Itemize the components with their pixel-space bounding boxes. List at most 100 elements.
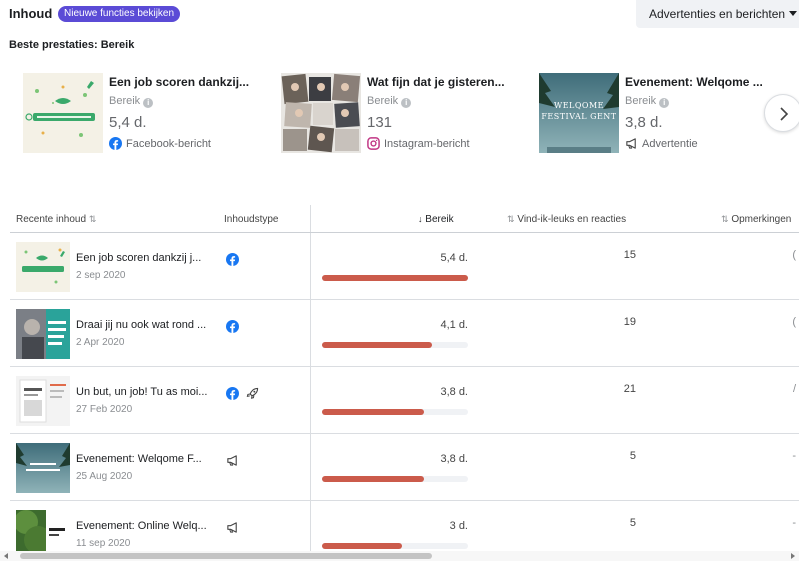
top-post-card-1[interactable]: Een job scoren dankzij... Bereik i 5,4 d.… — [23, 73, 273, 153]
new-features-badge[interactable]: Nieuwe functies bekijken — [58, 6, 181, 22]
instagram-icon — [367, 137, 380, 153]
row-likes: 5 — [629, 517, 636, 529]
row-reach: 5,4 d. — [440, 252, 468, 264]
row-comments: - — [792, 517, 796, 529]
scroll-right-icon[interactable] — [791, 553, 795, 559]
megaphone-icon — [226, 454, 239, 472]
row-type — [226, 320, 242, 334]
column-header-content[interactable]: Recente inhoud ⇅ — [16, 214, 96, 225]
dropdown-label: Advertenties en berichten — [649, 7, 786, 21]
row-comments: ( — [792, 249, 796, 261]
table-row[interactable]: Een job scoren dankzij j... 2 sep 2020 5… — [10, 233, 799, 300]
row-thumbnail — [16, 242, 70, 292]
facebook-icon — [226, 253, 239, 271]
megaphone-icon — [625, 137, 638, 153]
row-type — [226, 387, 262, 401]
row-reach: 3,8 d. — [440, 453, 468, 465]
reach-bar-fill — [322, 476, 425, 482]
row-likes: 15 — [623, 249, 636, 261]
row-comments: ( — [792, 316, 796, 328]
card-type: Facebook-bericht — [109, 137, 211, 153]
card-title: Een job scoren dankzij... — [109, 75, 250, 89]
column-header-reach[interactable]: ↓ Bereik — [418, 214, 454, 225]
reach-bar — [322, 543, 468, 549]
sort-icon: ⇅ — [88, 214, 97, 224]
content-filter-dropdown[interactable]: Advertenties en berichten — [636, 0, 799, 28]
table-row[interactable]: Evenement: Online Welq... 11 sep 2020 3 … — [10, 501, 799, 560]
top-post-card-3[interactable]: WELQOME FESTIVAL GENT Evenement: Welqome… — [539, 73, 789, 153]
row-comments: / — [792, 383, 796, 395]
post-thumbnail: WELQOME FESTIVAL GENT — [539, 73, 619, 153]
sort-icon: ⇅ — [507, 214, 515, 224]
row-thumbnail — [16, 309, 70, 359]
next-button[interactable] — [764, 94, 799, 132]
row-type — [226, 253, 242, 267]
row-reach: 3 d. — [449, 520, 468, 532]
info-icon: i — [401, 98, 412, 108]
chevron-right-icon — [780, 107, 789, 121]
facebook-icon — [109, 137, 122, 153]
reach-bar — [322, 342, 468, 348]
row-likes: 5 — [629, 450, 636, 462]
content-header: Inhoud Nieuwe functies bekijken Adverten… — [0, 0, 799, 30]
card-metric: Bereik i — [109, 95, 154, 108]
reach-bar-fill — [322, 275, 468, 281]
card-type: Instagram-bericht — [367, 137, 470, 153]
row-date: 2 Apr 2020 — [76, 337, 125, 348]
row-likes: 21 — [623, 383, 636, 395]
column-header-type: Inhoudstype — [224, 214, 279, 225]
reach-bar — [322, 476, 468, 482]
top-post-card-2[interactable]: Wat fijn dat je gisteren... Bereik i 131 … — [281, 73, 531, 153]
info-icon: i — [143, 98, 154, 108]
card-title: Evenement: Welqome ... — [625, 75, 763, 89]
post-thumbnail — [281, 73, 361, 153]
row-title: Een job scoren dankzij j... — [76, 252, 202, 264]
festival-thumb-text: WELQOME FESTIVAL GENT — [541, 101, 617, 121]
row-comments: - — [792, 450, 796, 462]
column-header-comments[interactable]: ⇅ Opmerkingen — [721, 214, 791, 225]
caret-down-icon — [789, 11, 797, 16]
scrollbar-thumb[interactable] — [20, 553, 432, 559]
page-title: Inhoud — [9, 6, 53, 21]
table-row[interactable]: Draai jij nu ook wat rond ... 2 Apr 2020… — [10, 300, 799, 367]
table-row[interactable]: Evenement: Welqome F... 25 Aug 2020 3,8 … — [10, 434, 799, 501]
sort-icon: ⇅ — [721, 214, 729, 224]
reach-bar — [322, 275, 468, 281]
row-date: 11 sep 2020 — [76, 538, 131, 549]
reach-bar-fill — [322, 543, 403, 549]
sort-desc-icon: ↓ — [418, 214, 423, 224]
row-reach: 4,1 d. — [440, 319, 468, 331]
recent-content-table: Recente inhoud ⇅ Inhoudstype ↓ Bereik ⇅ … — [10, 205, 799, 560]
card-type: Advertentie — [625, 137, 698, 153]
post-thumbnail — [23, 73, 103, 153]
table-row[interactable]: Un but, un job! Tu as moi... 27 Feb 2020… — [10, 367, 799, 434]
row-date: 25 Aug 2020 — [76, 471, 133, 482]
row-title: Evenement: Online Welq... — [76, 520, 207, 532]
row-title: Draai jij nu ook wat rond ... — [76, 319, 207, 331]
row-likes: 19 — [623, 316, 636, 328]
card-value: 3,8 d. — [625, 114, 663, 131]
row-title: Un but, un job! Tu as moi... — [76, 386, 208, 398]
row-date: 2 sep 2020 — [76, 270, 126, 281]
megaphone-icon — [226, 521, 239, 539]
row-type — [226, 454, 242, 468]
row-type — [226, 521, 242, 535]
card-metric: Bereik i — [367, 95, 412, 108]
card-title: Wat fijn dat je gisteren... — [367, 75, 505, 89]
reach-bar — [322, 409, 468, 415]
row-reach: 3,8 d. — [440, 386, 468, 398]
row-title: Evenement: Welqome F... — [76, 453, 202, 465]
info-icon: i — [659, 98, 670, 108]
rocket-icon — [246, 387, 259, 405]
reach-bar-fill — [322, 409, 425, 415]
reach-bar-fill — [322, 342, 432, 348]
best-performance-title: Beste prestaties: Bereik — [9, 39, 135, 51]
card-value: 5,4 d. — [109, 114, 147, 131]
row-thumbnail — [16, 443, 70, 493]
card-metric: Bereik i — [625, 95, 670, 108]
scroll-left-icon[interactable] — [4, 553, 8, 559]
facebook-icon — [226, 320, 239, 338]
column-header-likes[interactable]: ⇅ Vind-ik-leuks en reacties — [507, 214, 626, 225]
horizontal-scrollbar[interactable] — [0, 551, 799, 561]
row-date: 27 Feb 2020 — [76, 404, 133, 415]
